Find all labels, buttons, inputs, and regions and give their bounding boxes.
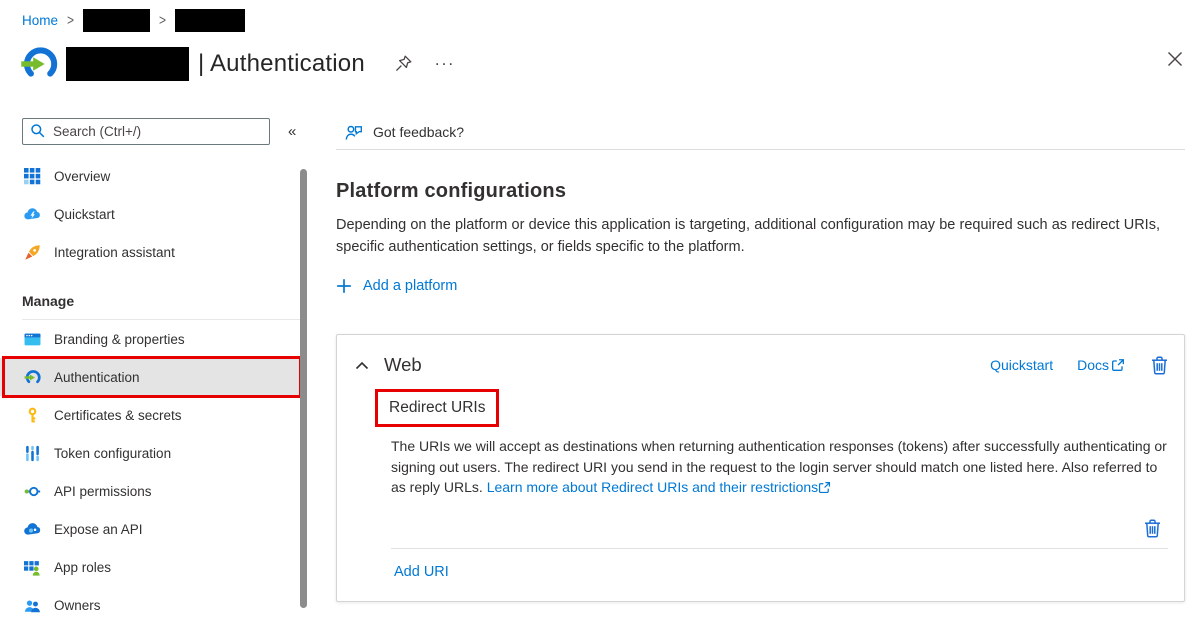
owners-icon <box>24 597 41 614</box>
breadcrumb-redacted-item[interactable] <box>83 9 150 32</box>
add-platform-button[interactable]: Add a platform <box>336 274 457 298</box>
redirect-uri-row <box>353 510 1168 548</box>
add-platform-label: Add a platform <box>363 278 457 294</box>
pin-button[interactable] <box>393 54 413 74</box>
page-body: « Overview Quickstar <box>0 101 1200 624</box>
trash-icon <box>1151 356 1168 375</box>
sidebar-item-owners[interactable]: Owners <box>0 586 302 624</box>
breadcrumb-redacted-item <box>175 9 245 32</box>
search-input[interactable] <box>22 118 270 145</box>
delete-uri-button[interactable] <box>1144 519 1161 538</box>
sidebar-scrollbar[interactable] <box>300 169 307 608</box>
search-field-wrap <box>22 118 270 145</box>
app-roles-icon <box>24 559 41 576</box>
sidebar-item-overview[interactable]: Overview <box>0 157 302 195</box>
sidebar-item-label: Token configuration <box>54 446 171 461</box>
sidebar-item-label: Integration assistant <box>54 245 175 260</box>
breadcrumb-home-link[interactable]: Home <box>22 13 58 28</box>
web-card-header: Web Quickstart Docs <box>353 345 1168 385</box>
cloud-quickstart-icon <box>24 206 41 223</box>
sidebar-collapse-button[interactable]: « <box>288 123 296 140</box>
sidebar-item-api-permissions[interactable]: API permissions <box>0 472 302 510</box>
page-header: | Authentication ... <box>20 40 1200 88</box>
redirect-uris-description: The URIs we will accept as destinations … <box>391 436 1168 498</box>
feedback-label: Got feedback? <box>373 124 464 140</box>
key-icon <box>24 407 41 424</box>
auth-arrow-icon <box>24 369 41 386</box>
app-registration-icon <box>20 45 58 83</box>
docs-link[interactable]: Docs <box>1077 357 1125 373</box>
red-highlight-box <box>2 356 302 398</box>
sidebar-item-label: API permissions <box>54 484 152 499</box>
cloud-api-icon <box>24 521 41 538</box>
sidebar-item-label: Certificates & secrets <box>54 408 182 423</box>
redirect-uris-heading: Redirect URIs <box>375 389 499 427</box>
main-content: Got feedback? Platform configurations De… <box>336 101 1200 624</box>
sidebar-item-token-configuration[interactable]: Token configuration <box>0 434 302 472</box>
search-icon <box>30 123 46 139</box>
sidebar-item-integration-assistant[interactable]: Integration assistant <box>0 233 302 271</box>
chevron-up-icon <box>355 360 369 371</box>
sidebar-item-quickstart[interactable]: Quickstart <box>0 195 302 233</box>
api-permissions-icon <box>24 483 41 500</box>
sidebar-nav: Overview Quickstart Integration assistan… <box>0 157 336 624</box>
close-button[interactable] <box>1167 51 1183 72</box>
close-icon <box>1167 51 1183 67</box>
platform-configurations-heading: Platform configurations <box>336 180 1185 203</box>
feedback-icon <box>345 124 363 141</box>
pin-icon <box>393 54 413 74</box>
feedback-button[interactable]: Got feedback? <box>336 118 1185 146</box>
delete-platform-button[interactable] <box>1151 356 1168 375</box>
sidebar: « Overview Quickstar <box>0 101 336 624</box>
learn-more-link[interactable]: Learn more about Redirect URIs and their… <box>487 479 818 495</box>
breadcrumb-separator-icon: > <box>67 11 74 29</box>
sidebar-item-label: Overview <box>54 169 110 184</box>
add-uri-link[interactable]: Add URI <box>394 564 449 580</box>
sidebar-item-label: Expose an API <box>54 522 143 537</box>
sliders-icon <box>24 445 41 462</box>
external-link-icon <box>818 481 831 494</box>
rocket-icon <box>24 244 41 261</box>
sidebar-section-manage: Manage <box>0 283 336 319</box>
collapse-section-button[interactable] <box>353 358 371 373</box>
web-card-title: Web <box>384 354 422 376</box>
web-card-links: Quickstart Docs <box>990 357 1125 373</box>
toolbar-divider <box>336 149 1185 150</box>
sidebar-item-label: Authentication <box>54 370 140 385</box>
sidebar-item-label: Owners <box>54 598 101 613</box>
trash-icon <box>1144 519 1161 538</box>
grid-icon <box>24 168 41 185</box>
sidebar-item-label: App roles <box>54 560 111 575</box>
plus-icon <box>336 278 352 294</box>
page-title: | Authentication <box>198 50 365 78</box>
breadcrumb-separator-icon: > <box>159 11 166 29</box>
sidebar-search-row: « <box>22 118 336 145</box>
sidebar-item-app-roles[interactable]: App roles <box>0 548 302 586</box>
sidebar-item-certificates-secrets[interactable]: Certificates & secrets <box>0 396 302 434</box>
sidebar-item-label: Branding & properties <box>54 332 185 347</box>
sidebar-item-expose-an-api[interactable]: Expose an API <box>0 510 302 548</box>
uri-row-divider <box>391 548 1168 549</box>
sidebar-item-authentication[interactable]: Authentication <box>0 358 302 396</box>
platform-description: Depending on the platform or device this… <box>336 215 1160 258</box>
more-options-button[interactable]: ... <box>435 55 455 73</box>
browser-window-icon <box>24 331 41 348</box>
app-name-redacted <box>66 47 189 81</box>
quickstart-link[interactable]: Quickstart <box>990 357 1053 373</box>
sidebar-item-label: Quickstart <box>54 207 115 222</box>
external-link-icon <box>1111 358 1125 372</box>
breadcrumb: Home > > <box>0 0 1200 31</box>
sidebar-item-branding-properties[interactable]: Branding & properties <box>0 320 302 358</box>
docs-label: Docs <box>1077 357 1109 373</box>
web-platform-card: Web Quickstart Docs <box>336 334 1185 602</box>
